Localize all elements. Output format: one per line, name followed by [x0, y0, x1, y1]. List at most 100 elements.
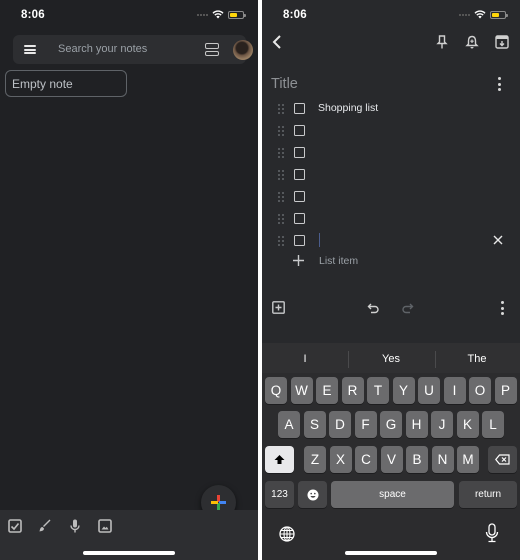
key-g[interactable]: G	[380, 411, 402, 438]
shift-arrow-icon	[274, 455, 285, 464]
key-w[interactable]: W	[290, 377, 313, 404]
drag-handle-icon[interactable]	[278, 236, 284, 246]
key-j[interactable]: J	[431, 411, 453, 438]
emoji-icon	[307, 489, 318, 500]
item-checkbox[interactable]	[294, 191, 305, 202]
key-x[interactable]: X	[329, 446, 352, 473]
list-item[interactable]	[262, 208, 520, 230]
key-a[interactable]: A	[278, 411, 300, 438]
status-time: 8:06	[283, 9, 307, 21]
drag-handle-icon[interactable]	[278, 104, 284, 114]
key-b[interactable]: B	[406, 446, 428, 473]
add-list-item-label: List item	[319, 255, 359, 267]
list-item[interactable]	[262, 142, 520, 164]
key-c[interactable]: C	[355, 446, 377, 473]
key-s[interactable]: S	[303, 411, 326, 438]
emoji-key[interactable]	[298, 481, 327, 508]
new-list-checkbox-icon[interactable]	[8, 519, 22, 533]
reminder-bell-icon[interactable]	[465, 35, 479, 49]
drag-handle-icon[interactable]	[278, 170, 284, 180]
list-item-text[interactable]: Shopping list	[318, 102, 378, 114]
key-l[interactable]: L	[482, 411, 504, 438]
plus-icon	[293, 255, 304, 266]
list-item[interactable]	[262, 164, 520, 186]
key-e[interactable]: E	[316, 377, 338, 404]
item-checkbox[interactable]	[294, 169, 305, 180]
delete-item-icon[interactable]	[493, 235, 503, 245]
status-bar: 8:06	[262, 0, 520, 30]
wifi-icon	[212, 10, 224, 19]
key-k[interactable]: K	[456, 411, 479, 438]
backspace-icon	[495, 454, 510, 465]
suggestion[interactable]: Yes	[348, 353, 434, 365]
drag-handle-icon[interactable]	[278, 148, 284, 158]
bottom-action-bar	[0, 510, 258, 560]
note-card-label: Empty note	[12, 77, 73, 91]
add-box-icon[interactable]	[272, 301, 285, 314]
space-key[interactable]: space	[331, 481, 454, 508]
status-time: 8:06	[21, 9, 45, 21]
key-q[interactable]: Q	[265, 377, 287, 404]
key-r[interactable]: R	[341, 377, 364, 404]
wifi-icon	[474, 10, 486, 19]
battery-icon	[228, 10, 246, 19]
list-item[interactable]	[262, 120, 520, 142]
note-editor-screen: 8:06 Title Shopping list List item I Yes…	[262, 0, 520, 560]
dictation-mic-icon[interactable]	[485, 523, 499, 543]
title-input[interactable]: Title	[271, 76, 298, 92]
globe-icon[interactable]	[279, 526, 295, 542]
key-u[interactable]: U	[418, 377, 440, 404]
hamburger-icon[interactable]	[24, 45, 36, 54]
image-note-icon[interactable]	[98, 519, 112, 533]
list-item-focused[interactable]	[262, 230, 520, 252]
pin-icon[interactable]	[435, 35, 449, 49]
list-item[interactable]: Shopping list	[262, 98, 520, 120]
key-f[interactable]: F	[354, 411, 377, 438]
key-i[interactable]: I	[443, 377, 466, 404]
key-p[interactable]: P	[494, 377, 517, 404]
voice-note-mic-icon[interactable]	[68, 519, 82, 533]
shift-key[interactable]	[265, 446, 294, 473]
archive-icon[interactable]	[495, 35, 509, 49]
avatar[interactable]	[233, 40, 253, 60]
notes-list-screen: 8:06 Search your notes Empty note	[0, 0, 258, 560]
numbers-key[interactable]: 123	[265, 481, 294, 508]
add-list-item-button[interactable]: List item	[262, 252, 520, 272]
back-chevron-icon[interactable]	[272, 35, 282, 49]
search-input[interactable]: Search your notes	[58, 43, 147, 55]
note-more-icon[interactable]	[497, 77, 501, 91]
item-checkbox[interactable]	[294, 147, 305, 158]
item-checkbox[interactable]	[294, 103, 305, 114]
key-n[interactable]: N	[431, 446, 454, 473]
drawing-brush-icon[interactable]	[38, 519, 52, 533]
key-h[interactable]: H	[405, 411, 428, 438]
backspace-key[interactable]	[488, 446, 517, 473]
drag-handle-icon[interactable]	[278, 192, 284, 202]
list-item[interactable]	[262, 186, 520, 208]
key-v[interactable]: V	[380, 446, 403, 473]
more-vert-icon[interactable]	[500, 301, 504, 315]
home-indicator	[83, 551, 175, 555]
list-view-icon[interactable]	[205, 43, 219, 56]
item-checkbox[interactable]	[294, 125, 305, 136]
search-bar[interactable]: Search your notes	[13, 35, 253, 64]
key-o[interactable]: O	[469, 377, 491, 404]
redo-icon[interactable]	[401, 301, 414, 314]
suggestion[interactable]: The	[434, 353, 520, 365]
predictive-bar: I Yes The	[262, 343, 520, 373]
key-y[interactable]: Y	[392, 377, 415, 404]
onscreen-keyboard: I Yes The Q W E R T Y U I O P A S D F G …	[262, 343, 520, 560]
item-checkbox[interactable]	[294, 213, 305, 224]
drag-handle-icon[interactable]	[278, 214, 284, 224]
return-key[interactable]: return	[459, 481, 517, 508]
drag-handle-icon[interactable]	[278, 126, 284, 136]
note-card[interactable]: Empty note	[5, 70, 127, 97]
item-checkbox[interactable]	[294, 235, 305, 246]
suggestion[interactable]: I	[262, 353, 348, 365]
key-z[interactable]: Z	[304, 446, 326, 473]
key-t[interactable]: T	[367, 377, 389, 404]
key-m[interactable]: M	[457, 446, 479, 473]
key-d[interactable]: D	[329, 411, 351, 438]
undo-icon[interactable]	[367, 301, 380, 314]
battery-icon	[490, 10, 508, 19]
